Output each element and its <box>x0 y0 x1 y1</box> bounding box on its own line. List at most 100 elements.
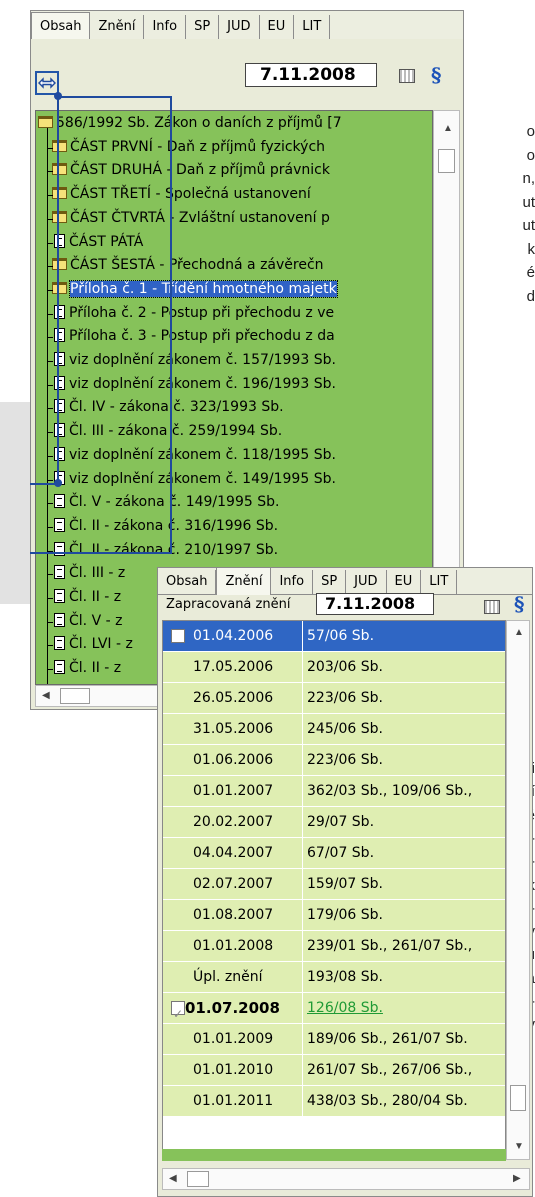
connector-line <box>30 552 172 554</box>
scroll-thumb[interactable] <box>187 1171 209 1187</box>
scroll-up-arrow-icon[interactable]: ▲ <box>514 627 524 638</box>
tree-item[interactable]: Čl. II - z <box>52 587 121 608</box>
tab-zneni[interactable]: Znění <box>90 15 145 39</box>
version-row[interactable]: 01.08.2007 179/06 Sb. <box>163 900 505 931</box>
grid-horizontal-scrollbar[interactable]: ◀ ▶ <box>162 1168 530 1190</box>
tree-item[interactable]: viz doplnění zákonem č. 149/1995 Sb. <box>52 469 336 490</box>
version-row[interactable]: 01.04.2006 57/06 Sb. <box>163 621 505 652</box>
tree-branch-tick <box>47 408 53 410</box>
paragraph-icon[interactable]: § <box>431 63 441 87</box>
tab-obsah[interactable]: Obsah <box>158 570 217 594</box>
tab-lit[interactable]: LIT <box>294 15 331 39</box>
version-row[interactable]: 01.01.2007 362/03 Sb., 109/06 Sb., <box>163 776 505 807</box>
version-row[interactable]: 17.05.2006 203/06 Sb. <box>163 652 505 683</box>
tree-item-label: ČÁST DRUHÁ - Daň z příjmů právnick <box>70 162 330 179</box>
tree-branch-tick <box>47 645 53 647</box>
tree-item-label: viz doplnění zákonem č. 157/1993 Sb. <box>69 352 336 368</box>
tree-item[interactable]: Čl. III - z <box>52 563 125 584</box>
tree-item[interactable]: Čl. V - z <box>52 611 122 632</box>
version-row[interactable]: 31.05.2006 245/06 Sb. <box>163 714 505 745</box>
document-icon <box>54 399 65 414</box>
tree-item[interactable]: Čl. IV - zákona č. 323/1993 Sb. <box>52 397 284 418</box>
scroll-down-arrow-icon[interactable]: ▼ <box>514 1141 524 1152</box>
tab-jud[interactable]: JUD <box>219 15 260 39</box>
calendar-icon[interactable] <box>484 600 500 614</box>
version-checkbox[interactable] <box>171 629 185 643</box>
tree-item-label: ČÁST TŘETÍ - Společná ustanovení <box>70 186 311 203</box>
version-row[interactable]: 01.01.2010 261/07 Sb., 267/06 Sb., <box>163 1055 505 1086</box>
tree-item[interactable]: viz doplnění zákonem č. 157/1993 Sb. <box>52 350 336 371</box>
version-row[interactable]: 20.02.2007 29/07 Sb. <box>163 807 505 838</box>
tree-item-label: Čl. LVI - z <box>69 636 133 653</box>
tree-item[interactable]: Čl. III - zákona č. 259/1994 Sb. <box>52 421 282 442</box>
version-reference: 159/07 Sb. <box>303 869 505 899</box>
document-icon <box>54 636 65 651</box>
version-row[interactable]: 01.01.2008 239/01 Sb., 261/07 Sb., <box>163 931 505 962</box>
version-row[interactable]: 01.06.2006 223/06 Sb. <box>163 745 505 776</box>
tree-item[interactable]: viz doplnění zákonem č. 196/1993 Sb. <box>52 374 336 395</box>
connector-line <box>170 96 172 553</box>
scroll-up-arrow-icon[interactable]: ▲ <box>443 123 453 134</box>
version-row[interactable]: 04.04.2007 67/07 Sb. <box>163 838 505 869</box>
tree-item[interactable]: ČÁST PRVNÍ - Daň z příjmů fyzických <box>52 137 325 158</box>
scroll-thumb[interactable] <box>60 688 90 704</box>
tree-item[interactable]: ČÁST PÁTÁ <box>52 232 143 253</box>
scroll-thumb[interactable] <box>510 1085 526 1111</box>
date-field[interactable]: 7.11.2008 <box>245 63 377 87</box>
tab-zneni[interactable]: Znění <box>216 568 272 595</box>
tab-jud[interactable]: JUD <box>346 570 387 594</box>
tab-info[interactable]: Info <box>271 570 314 594</box>
document-icon <box>54 565 65 580</box>
tree-item[interactable]: Čl. V - zákona č. 149/1995 Sb. <box>52 492 279 513</box>
date-field[interactable]: 7.11.2008 <box>316 593 434 615</box>
tree-item[interactable]: ČÁST ČTVRTÁ - Zvláštní ustanovení p <box>52 208 330 229</box>
version-row[interactable]: 01.07.2008 126/08 Sb. <box>163 993 505 1029</box>
version-row[interactable]: 02.07.2007 159/07 Sb. <box>163 869 505 900</box>
tree-item[interactable]: 586/1992 Sb. Zákon o daních z příjmů [7 <box>38 113 342 134</box>
tree-item[interactable]: viz doplnění zákonem č. 118/1995 Sb. <box>52 445 336 466</box>
tree-item[interactable]: ČÁST TŘETÍ - Společná ustanovení <box>52 184 311 205</box>
version-date-text: 20.02.2007 <box>193 814 274 830</box>
document-text-fragment: k <box>527 240 535 258</box>
tree-item-label: ČÁST ČTVRTÁ - Zvláštní ustanovení p <box>70 209 330 226</box>
tree-item[interactable]: Příloha č. 1 - Třídění hmotného majetk <box>52 279 338 300</box>
tab-sp[interactable]: SP <box>186 15 220 39</box>
tree-item[interactable]: ČÁST DRUHÁ - Daň z příjmů právnick <box>52 160 330 181</box>
version-reference: 223/06 Sb. <box>303 683 505 713</box>
version-reference: 438/03 Sb., 280/04 Sb. <box>303 1086 505 1116</box>
tab-eu[interactable]: EU <box>260 15 295 39</box>
tab-info[interactable]: Info <box>144 15 187 39</box>
tab-eu[interactable]: EU <box>387 570 422 594</box>
version-row[interactable]: 26.05.2006 223/06 Sb. <box>163 683 505 714</box>
version-reference: 179/06 Sb. <box>303 900 505 930</box>
version-row[interactable]: 01.01.2011 438/03 Sb., 280/04 Sb. <box>163 1086 505 1117</box>
tree-item-label: Čl. II - z <box>69 589 122 605</box>
tree-item[interactable]: Příloha č. 3 - Postup při přechodu z da <box>52 326 335 347</box>
version-link[interactable]: 126/08 Sb. <box>303 993 505 1023</box>
tree-item[interactable]: Čl. LVI - z <box>52 634 133 655</box>
tab-lit[interactable]: LIT <box>421 570 458 594</box>
document-icon <box>54 589 65 603</box>
tree-item[interactable]: Čl. II - zákona č. 210/1997 Sb. <box>52 540 278 561</box>
scroll-right-arrow-icon[interactable]: ▶ <box>513 1173 521 1184</box>
tab-sp[interactable]: SP <box>313 570 347 594</box>
scroll-left-arrow-icon[interactable]: ◀ <box>42 690 50 701</box>
calendar-icon[interactable] <box>399 69 415 83</box>
grid-vertical-scrollbar[interactable]: ▲ ▼ <box>506 620 530 1160</box>
tree-item[interactable]: Příloha č. 2 - Postup při přechodu z ve <box>52 303 334 324</box>
version-date: 01.01.2010 <box>163 1055 303 1085</box>
tree-item[interactable]: Čl. II - zákona č. 316/1996 Sb. <box>52 516 278 537</box>
version-date: 01.01.2009 <box>163 1024 303 1054</box>
tree-item[interactable]: Čl. II - z <box>52 658 121 679</box>
tab-obsah[interactable]: Obsah <box>31 12 91 40</box>
version-row[interactable]: Úpl. znění 193/08 Sb. <box>163 962 505 993</box>
tree-branch-tick <box>47 669 53 671</box>
version-date: 01.07.2008 <box>163 993 303 1029</box>
version-date-text: 02.07.2007 <box>193 876 274 892</box>
scroll-thumb[interactable] <box>438 149 455 173</box>
paragraph-icon[interactable]: § <box>514 592 524 616</box>
tree-item[interactable]: ČÁST ŠESTÁ - Přechodná a závěrečn <box>52 255 324 276</box>
version-row[interactable]: 01.01.2009 189/06 Sb., 261/07 Sb. <box>163 1024 505 1055</box>
scroll-left-arrow-icon[interactable]: ◀ <box>169 1173 177 1184</box>
version-checkbox[interactable] <box>171 999 185 1029</box>
